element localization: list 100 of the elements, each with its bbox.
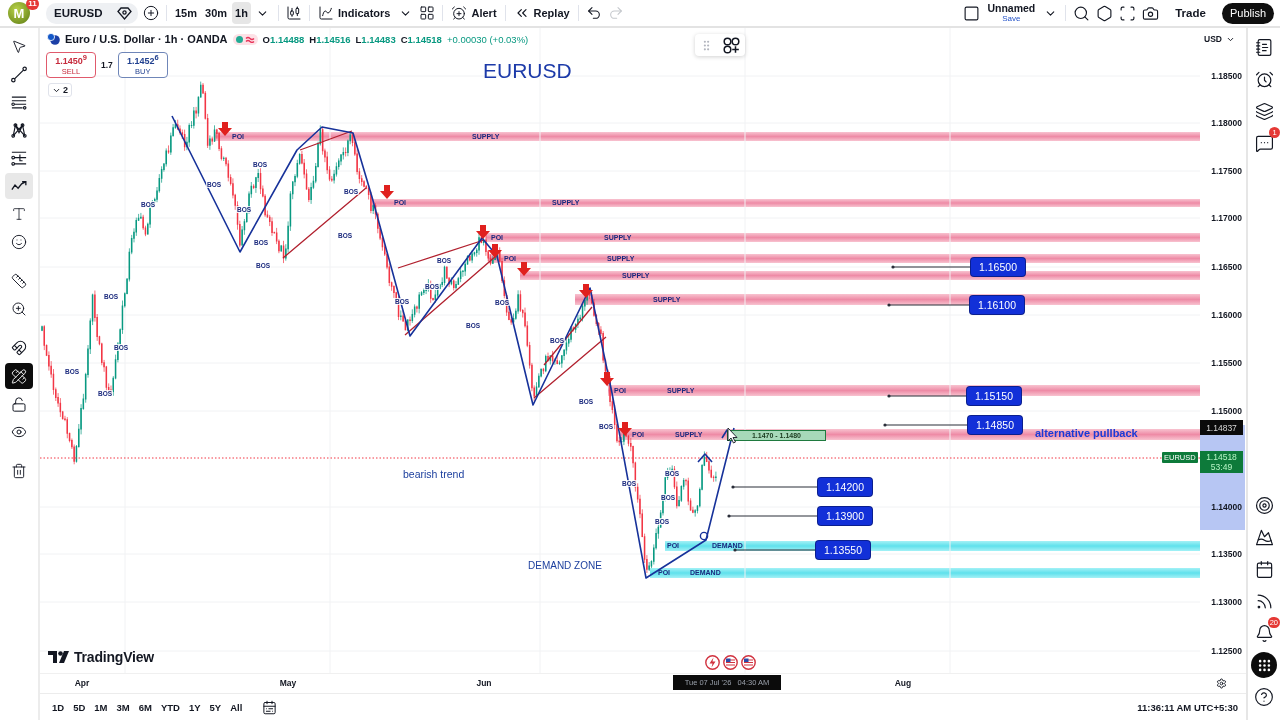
flag-event-icon	[723, 655, 738, 670]
shapes-plus-icon	[723, 36, 740, 54]
date-range-button[interactable]: 6M	[134, 697, 156, 717]
date-range-button[interactable]: All	[226, 697, 247, 717]
ohlc-value: H1.14516	[309, 33, 351, 45]
apps-button[interactable]	[1251, 652, 1277, 678]
clock-text: 11:36:11 AM UTC+5:30	[1137, 701, 1238, 713]
timeframe-tab[interactable]: 1h	[232, 2, 251, 24]
pattern-nodes-icon	[11, 121, 27, 139]
parallel-lines-icon	[11, 94, 27, 110]
camera-icon	[1142, 4, 1160, 22]
mouse-pointer-icon	[727, 427, 738, 444]
status-dot-icon	[235, 35, 243, 43]
price-target-label: 1.14200	[818, 478, 872, 496]
search-icon	[1073, 4, 1091, 22]
date-range-button[interactable]: YTD	[156, 697, 184, 717]
timeframe-tab[interactable]: 15m	[172, 2, 201, 24]
redo-icon	[607, 5, 624, 21]
price-tick: 1.15500	[1211, 357, 1242, 369]
publish-button[interactable]: Publish	[1221, 2, 1274, 24]
date-range-button[interactable]: 5D	[69, 697, 90, 717]
mountain-icon	[1254, 527, 1274, 547]
ohlc-value: O1.14488	[262, 33, 305, 45]
date-range-button[interactable]: 5Y	[205, 697, 226, 717]
price-tick: 1.16500	[1211, 261, 1242, 273]
hexagon-icon	[1096, 4, 1114, 22]
trade-button[interactable]: Trade	[1167, 2, 1214, 24]
logo-icon	[48, 651, 70, 663]
ruler-icon	[11, 272, 27, 290]
indicators-button[interactable]: Indicators	[314, 2, 394, 24]
square-icon	[963, 4, 981, 22]
replay-button[interactable]: Replay	[510, 2, 573, 24]
brand-name: TradingView	[74, 649, 154, 665]
currency-button[interactable]: USD	[1204, 34, 1235, 44]
price-target-label: 1.16500	[971, 258, 1025, 276]
target-icon	[1254, 495, 1274, 515]
price-tick: 1.16000	[1211, 309, 1242, 321]
settings-icon	[1216, 678, 1227, 689]
symbol-title: Euro / U.S. Dollar · 1h · OANDA	[65, 33, 228, 45]
candlestick-icon	[285, 5, 302, 21]
alarm-clock-icon	[451, 5, 468, 21]
fullscreen-icon	[1119, 4, 1137, 22]
text-icon	[11, 205, 27, 223]
ohlc-value: L1.14483	[355, 33, 396, 45]
price-target-label: 1.13900	[818, 507, 872, 525]
price-target-label: 1.15150	[967, 387, 1021, 405]
calendar-icon	[261, 699, 277, 715]
time-tick: May	[279, 678, 297, 688]
date-range-button[interactable]: 1Y	[184, 697, 205, 717]
timeframe-tab[interactable]: 30m	[202, 2, 231, 24]
help-icon	[1254, 687, 1274, 707]
price-tick: 1.17500	[1211, 165, 1242, 177]
ohlc-value: C1.14518	[400, 33, 442, 45]
price-tick: 1.18000	[1211, 117, 1242, 129]
crosshair-price-tag: 1.14837	[1200, 420, 1243, 435]
price-target-label: 1.16100	[970, 296, 1024, 314]
zoom-in-icon	[11, 300, 27, 318]
trend-arrow-icon	[11, 180, 27, 192]
notification-badge: 11	[26, 0, 39, 10]
price-tick: 1.12500	[1211, 645, 1242, 657]
magnet-icon	[11, 339, 27, 357]
spread-value: 1.7	[101, 60, 113, 70]
price-tick: 1.13000	[1211, 596, 1242, 608]
line-chart-icon	[317, 5, 334, 21]
line-icon	[11, 65, 27, 83]
drawing-tool-button[interactable]	[5, 173, 33, 199]
grid-icon	[419, 5, 436, 21]
drawing-tool-button[interactable]	[5, 363, 33, 389]
dots-grid-icon	[1256, 657, 1272, 673]
price-tick: 1.13500	[1211, 548, 1242, 560]
price-tick: 1.15000	[1211, 405, 1242, 417]
overlapping-circles-icon	[47, 33, 60, 45]
notebook-icon	[1254, 37, 1274, 57]
time-tick: Aug	[894, 678, 912, 688]
date-range-button[interactable]: 3M	[112, 697, 134, 717]
layout-name-button[interactable]: Unnamed Save	[984, 3, 1039, 23]
lightning-event-icon	[705, 655, 720, 670]
symbol-search-button[interactable]: EURUSD	[46, 2, 138, 24]
time-tick: Apr	[74, 678, 90, 688]
price-change: +0.00030 (+0.03%)	[446, 33, 529, 45]
price-tick: 1.14000	[1211, 501, 1242, 513]
date-range-button[interactable]: 1M	[90, 697, 112, 717]
chat-icon	[1254, 133, 1274, 153]
chart-note: alternative pullback	[1035, 426, 1138, 440]
price-target-label: 1.14850	[968, 416, 1022, 434]
bell-icon	[1254, 623, 1274, 643]
alarm-clock-icon	[1254, 69, 1274, 89]
trash-icon	[11, 462, 27, 480]
lock-icon	[11, 395, 27, 413]
flag-event-icon	[741, 655, 756, 670]
plus-circle-icon	[143, 5, 159, 21]
undo-icon	[585, 5, 602, 21]
lines-nodes-icon	[11, 149, 27, 167]
pencil-ruler-icon	[11, 367, 27, 385]
time-tick: Jun	[476, 678, 492, 688]
price-target-label: 1.13550	[816, 541, 870, 559]
price-tick: 1.17000	[1211, 212, 1242, 224]
date-range-button[interactable]: 1D	[48, 697, 69, 717]
price-tick: 1.18500	[1211, 70, 1242, 82]
alert-button[interactable]: Alert	[448, 2, 500, 24]
